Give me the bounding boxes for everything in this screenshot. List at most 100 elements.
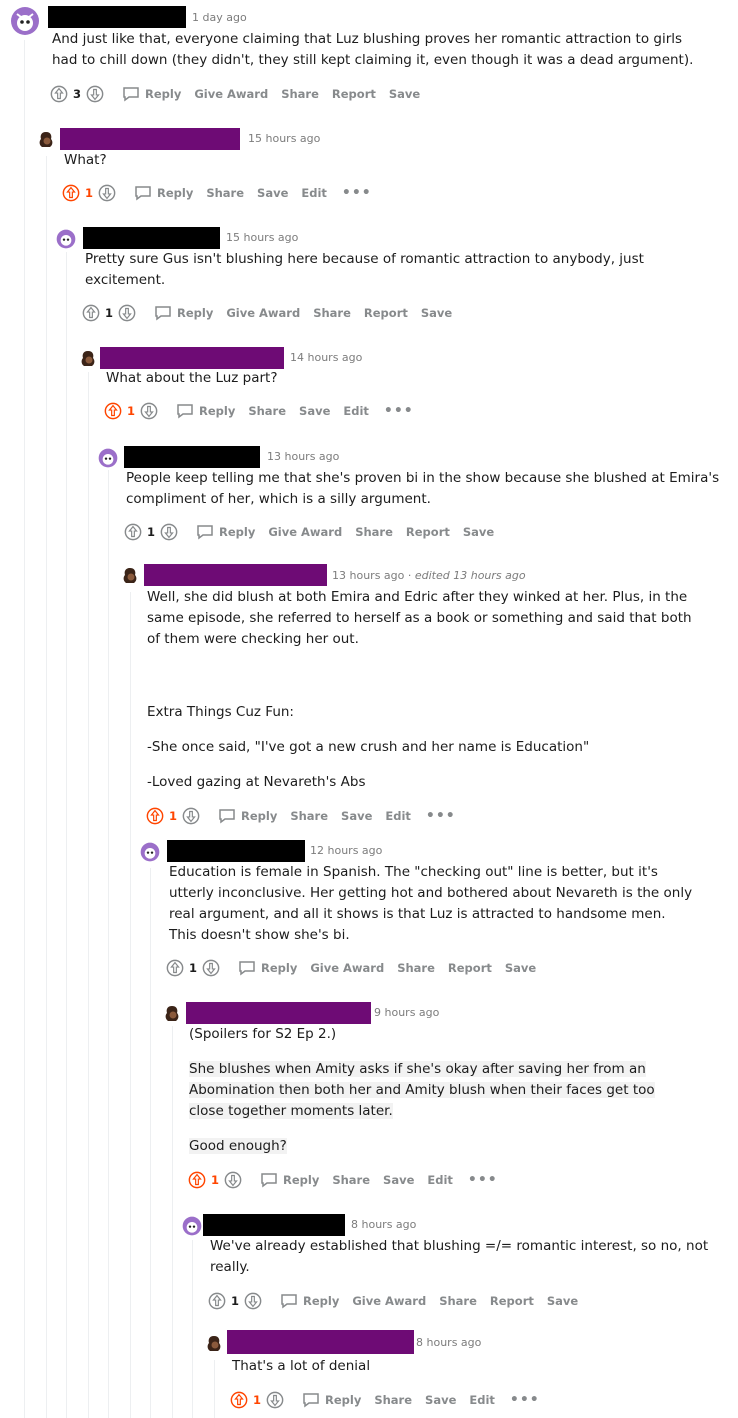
- downvote-icon[interactable]: [182, 807, 200, 825]
- user-avatar-icon[interactable]: [140, 842, 160, 862]
- thread-line[interactable]: [66, 252, 67, 1418]
- share-button[interactable]: Share: [355, 525, 393, 539]
- user-avatar-icon[interactable]: [56, 229, 76, 249]
- save-button[interactable]: Save: [425, 1393, 456, 1407]
- downvote-icon[interactable]: [266, 1391, 284, 1409]
- share-button[interactable]: Share: [248, 404, 286, 418]
- more-options-button[interactable]: •••: [384, 403, 414, 419]
- reply-button[interactable]: Reply: [154, 305, 213, 321]
- user-avatar-icon[interactable]: [204, 1334, 224, 1354]
- thread-line[interactable]: [108, 470, 109, 1418]
- save-button[interactable]: Save: [341, 809, 372, 823]
- more-options-button[interactable]: •••: [468, 1172, 498, 1188]
- user-avatar-icon[interactable]: [10, 6, 40, 36]
- report-button[interactable]: Report: [332, 87, 376, 101]
- comment-bubble-icon: [239, 961, 255, 976]
- reply-button[interactable]: Reply: [302, 1392, 361, 1408]
- upvote-icon[interactable]: [188, 1171, 206, 1189]
- report-button[interactable]: Report: [490, 1294, 534, 1308]
- user-avatar-icon[interactable]: [120, 566, 140, 586]
- user-avatar-icon[interactable]: [98, 448, 118, 468]
- comment-timestamp[interactable]: 12 hours ago: [310, 844, 382, 857]
- comment-timestamp[interactable]: 1 day ago: [192, 11, 247, 24]
- downvote-icon[interactable]: [160, 523, 178, 541]
- more-options-button[interactable]: •••: [510, 1392, 540, 1408]
- downvote-icon[interactable]: [244, 1292, 262, 1310]
- comment-timestamp[interactable]: 13 hours ago: [267, 450, 339, 463]
- upvote-icon[interactable]: [62, 184, 80, 202]
- save-button[interactable]: Save: [383, 1173, 414, 1187]
- share-button[interactable]: Share: [313, 306, 351, 320]
- save-button[interactable]: Save: [257, 186, 288, 200]
- share-button[interactable]: Share: [332, 1173, 370, 1187]
- downvote-icon[interactable]: [202, 959, 220, 977]
- share-button[interactable]: Share: [374, 1393, 412, 1407]
- give-award-button[interactable]: Give Award: [352, 1294, 426, 1308]
- comment-timestamp[interactable]: 9 hours ago: [374, 1006, 439, 1019]
- reply-button[interactable]: Reply: [122, 86, 181, 102]
- upvote-icon[interactable]: [82, 304, 100, 322]
- upvote-icon[interactable]: [230, 1391, 248, 1409]
- user-avatar-icon[interactable]: [182, 1216, 202, 1236]
- downvote-icon[interactable]: [224, 1171, 242, 1189]
- upvote-icon[interactable]: [50, 85, 68, 103]
- redacted-username: [48, 6, 186, 28]
- give-award-button[interactable]: Give Award: [226, 306, 300, 320]
- upvote-icon[interactable]: [104, 402, 122, 420]
- user-avatar-icon[interactable]: [36, 130, 56, 150]
- edit-button[interactable]: Edit: [301, 186, 327, 200]
- downvote-icon[interactable]: [86, 85, 104, 103]
- user-avatar-icon[interactable]: [162, 1004, 182, 1024]
- reply-button[interactable]: Reply: [176, 403, 235, 419]
- share-button[interactable]: Share: [281, 87, 319, 101]
- thread-line[interactable]: [46, 156, 47, 1418]
- share-button[interactable]: Share: [439, 1294, 477, 1308]
- redacted-username: [144, 564, 327, 586]
- reply-button[interactable]: Reply: [280, 1293, 339, 1309]
- report-button[interactable]: Report: [364, 306, 408, 320]
- comment-timestamp[interactable]: 15 hours ago: [226, 231, 298, 244]
- upvote-icon[interactable]: [146, 807, 164, 825]
- edit-button[interactable]: Edit: [427, 1173, 453, 1187]
- comment-timestamp[interactable]: 15 hours ago: [248, 132, 320, 145]
- reply-button[interactable]: Reply: [238, 960, 297, 976]
- report-button[interactable]: Report: [448, 961, 492, 975]
- more-options-button[interactable]: •••: [426, 808, 456, 824]
- share-button[interactable]: Share: [397, 961, 435, 975]
- upvote-icon[interactable]: [166, 959, 184, 977]
- downvote-icon[interactable]: [98, 184, 116, 202]
- comment-timestamp[interactable]: 8 hours ago: [416, 1336, 481, 1349]
- edit-button[interactable]: Edit: [469, 1393, 495, 1407]
- upvote-icon[interactable]: [124, 523, 142, 541]
- save-button[interactable]: Save: [421, 306, 452, 320]
- give-award-button[interactable]: Give Award: [268, 525, 342, 539]
- save-button[interactable]: Save: [547, 1294, 578, 1308]
- more-options-button[interactable]: •••: [342, 185, 372, 201]
- share-button[interactable]: Share: [206, 186, 244, 200]
- comment-timestamp[interactable]: 13 hours ago · edited 13 hours ago: [332, 569, 526, 582]
- reply-button[interactable]: Reply: [218, 808, 277, 824]
- user-avatar-icon[interactable]: [78, 349, 98, 369]
- edit-button[interactable]: Edit: [385, 809, 411, 823]
- report-button[interactable]: Report: [406, 525, 450, 539]
- downvote-icon[interactable]: [140, 402, 158, 420]
- upvote-icon[interactable]: [208, 1292, 226, 1310]
- downvote-icon[interactable]: [118, 304, 136, 322]
- comment-text: We've already established that blushing …: [210, 1238, 709, 1275]
- give-award-button[interactable]: Give Award: [310, 961, 384, 975]
- give-award-button[interactable]: Give Award: [194, 87, 268, 101]
- share-button[interactable]: Share: [290, 809, 328, 823]
- comment-timestamp[interactable]: 8 hours ago: [351, 1218, 416, 1231]
- thread-line[interactable]: [24, 40, 25, 1418]
- save-button[interactable]: Save: [505, 961, 536, 975]
- comment-timestamp[interactable]: 14 hours ago: [290, 351, 362, 364]
- reply-button[interactable]: Reply: [196, 524, 255, 540]
- reply-button[interactable]: Reply: [260, 1172, 319, 1188]
- reply-button[interactable]: Reply: [134, 185, 193, 201]
- save-button[interactable]: Save: [299, 404, 330, 418]
- save-button[interactable]: Save: [463, 525, 494, 539]
- redacted-username: [186, 1002, 371, 1024]
- save-button[interactable]: Save: [389, 87, 420, 101]
- edit-button[interactable]: Edit: [343, 404, 369, 418]
- thread-line[interactable]: [88, 372, 89, 1418]
